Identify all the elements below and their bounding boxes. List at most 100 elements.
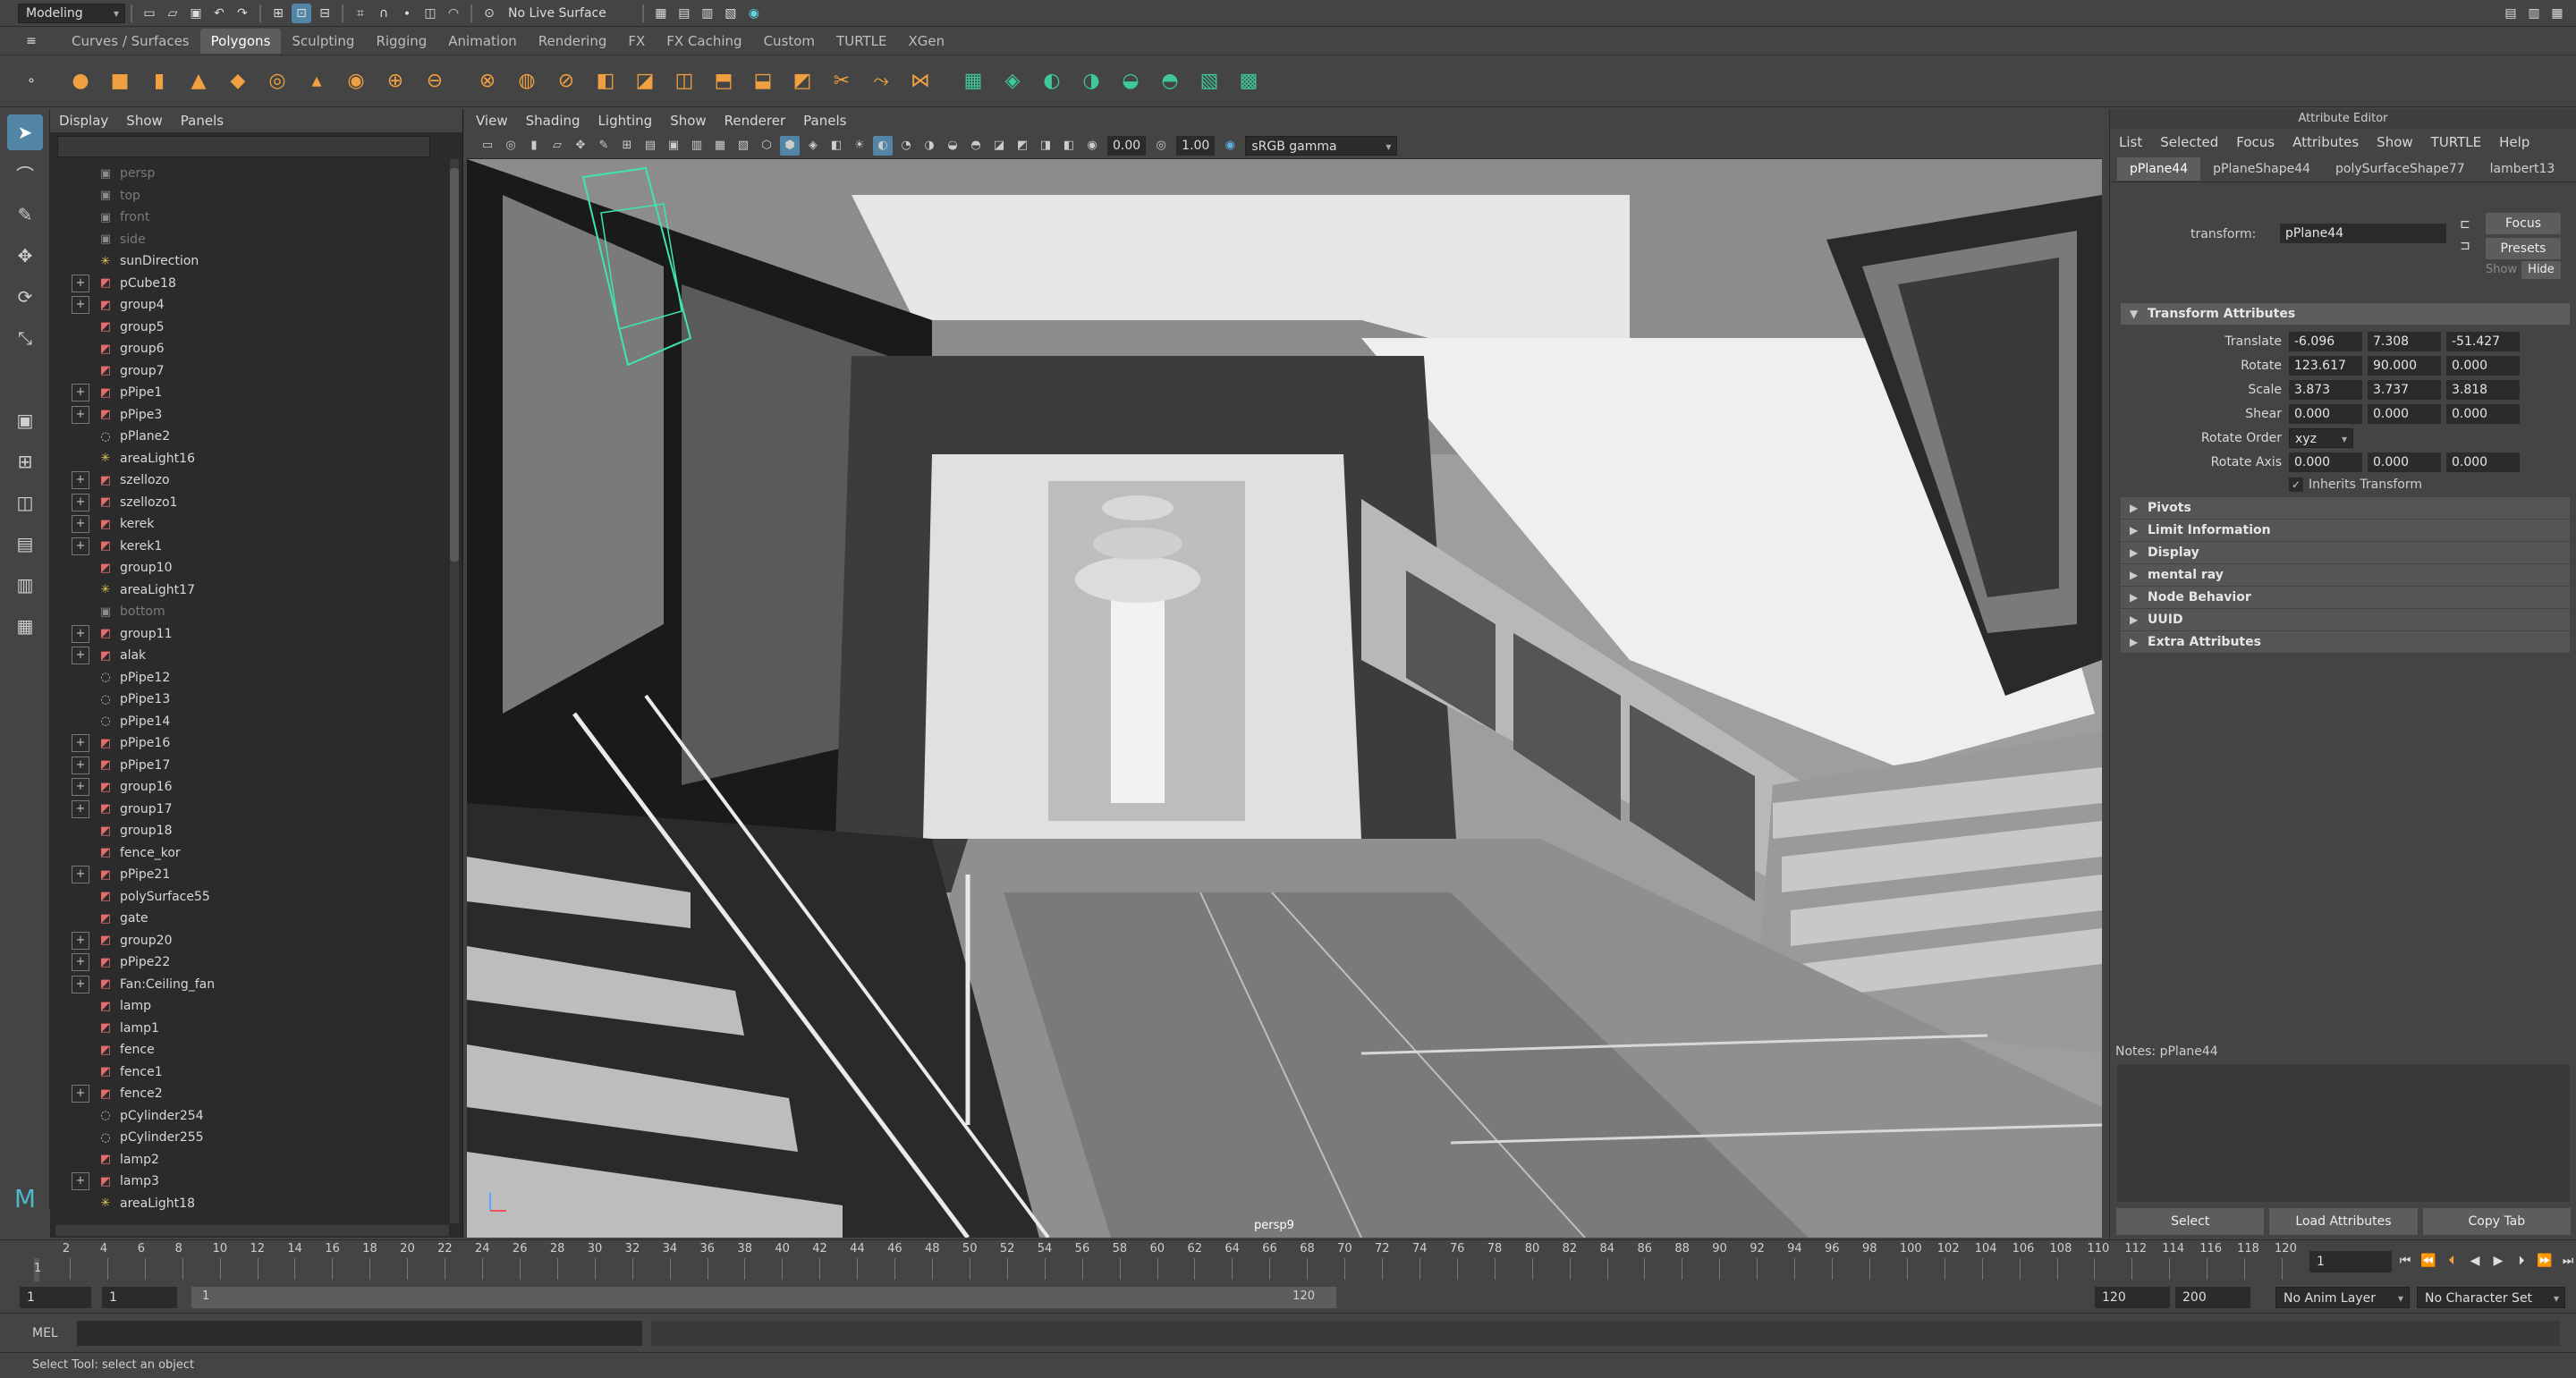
snap-view-icon[interactable]: ◫ (420, 4, 440, 23)
outliner-item[interactable]: ◩ lamp1 (50, 1018, 462, 1040)
viewport-menu-shading[interactable]: Shading (526, 113, 580, 129)
expand-icon[interactable]: + (72, 931, 89, 950)
translate-y-field[interactable]: 7.308 (2368, 331, 2441, 351)
viewport-menu-show[interactable]: Show (670, 113, 706, 129)
pyramid-icon[interactable]: ▴ (300, 64, 334, 98)
go-output-icon[interactable]: ⊐ (2455, 236, 2475, 256)
single-view-icon[interactable]: ▣ (7, 402, 43, 438)
shelf-tab[interactable]: Rigging (365, 29, 437, 54)
viewport-menu-lighting[interactable]: Lighting (598, 113, 653, 129)
expand-icon[interactable]: + (72, 296, 89, 315)
shelf-tab[interactable]: FX Caching (656, 29, 752, 54)
outliner-item[interactable]: + ◩ fence2 (50, 1083, 462, 1105)
outliner-item[interactable]: + ◩ pCube18 (50, 273, 462, 295)
expand-icon[interactable]: + (72, 866, 89, 884)
channel-box-icon[interactable]: ▥ (2524, 4, 2544, 23)
step-back-key-icon[interactable]: ⏪ (2419, 1251, 2438, 1271)
rotate-x-field[interactable]: 123.617 (2289, 355, 2362, 376)
layout-icon[interactable]: ▧ (1192, 64, 1226, 98)
scale-x-field[interactable]: 3.873 (2289, 379, 2362, 400)
shelf-tab[interactable]: Animation (437, 29, 527, 54)
outliner-item[interactable]: ▣ side (50, 229, 462, 251)
rotate-z-field[interactable]: 0.000 (2446, 355, 2520, 376)
range-end-field[interactable]: 120 (2095, 1287, 2170, 1308)
live-surface-icon[interactable]: ⊙ (479, 4, 499, 23)
attr-menu-list[interactable]: List (2119, 134, 2142, 150)
outliner-item[interactable]: ◩ lamp2 (50, 1149, 462, 1171)
bookmark-icon[interactable]: ▮ (524, 136, 544, 156)
outliner-item[interactable]: ✳ areaLight18 (50, 1193, 462, 1215)
snap-curve-icon[interactable]: ∩ (374, 4, 394, 23)
shelf-tab[interactable]: Sculpting (281, 29, 365, 54)
expand-icon[interactable]: + (72, 1085, 89, 1103)
camera-icon[interactable]: ◎ (501, 136, 521, 156)
outliner-item[interactable]: ◩ fence (50, 1039, 462, 1061)
outliner-item[interactable]: + ◩ pPipe3 (50, 404, 462, 427)
go-input-icon[interactable]: ⊏ (2455, 215, 2475, 234)
mirror-icon[interactable]: ◧ (589, 64, 623, 98)
outliner-item[interactable]: ◩ polySurface55 (50, 886, 462, 909)
select-hierarchy-icon[interactable]: ⊞ (268, 4, 288, 23)
viewport-menu-view[interactable]: View (476, 113, 508, 129)
shear-xy-field[interactable]: 0.000 (2289, 403, 2362, 424)
go-to-end-icon[interactable]: ⏭ (2558, 1251, 2576, 1271)
outliner-item[interactable]: + ◩ group11 (50, 623, 462, 646)
save-scene-icon[interactable]: ▣ (186, 4, 206, 23)
expand-icon[interactable]: + (72, 975, 89, 993)
target-weld-icon[interactable]: ⤳ (864, 64, 898, 98)
outliner-item[interactable]: + ◩ pPipe22 (50, 951, 462, 974)
outliner-item[interactable]: ◩ group6 (50, 338, 462, 360)
merge-icon[interactable]: ⋈ (903, 64, 937, 98)
outliner-hscrollbar[interactable] (55, 1225, 449, 1236)
expand-icon[interactable]: + (72, 384, 89, 402)
outliner-layout-icon[interactable]: ▤ (7, 526, 43, 562)
uv-editor-icon[interactable]: ▦ (956, 64, 990, 98)
expand-icon[interactable]: + (72, 799, 89, 818)
safe-action-icon[interactable]: ▧ (733, 136, 753, 156)
shelf-options-icon[interactable]: ⚬ (21, 72, 41, 91)
checker-icon[interactable]: ▩ (1232, 64, 1266, 98)
pipe-icon[interactable]: ◉ (339, 64, 373, 98)
select-button[interactable]: Select (2116, 1208, 2265, 1235)
ambient-occlusion-icon[interactable]: ◔ (896, 136, 916, 156)
attr-menu-attributes[interactable]: Attributes (2292, 134, 2359, 150)
expand-icon[interactable]: + (72, 537, 89, 555)
rotate-axis-x-field[interactable]: 0.000 (2289, 452, 2362, 472)
outliner-item[interactable]: ◩ fence_kor (50, 842, 462, 865)
outliner-item[interactable]: + ◩ pPipe1 (50, 382, 462, 404)
grid-icon[interactable]: ⊞ (617, 136, 637, 156)
outliner-scrollbar[interactable] (450, 159, 459, 1223)
multicut-icon[interactable]: ✂ (825, 64, 859, 98)
xray-icon[interactable]: ◩ (1013, 136, 1032, 156)
outliner-item[interactable]: ◩ group7 (50, 360, 462, 383)
outliner-item[interactable]: ◩ lamp (50, 995, 462, 1018)
outliner-item[interactable]: ◌ pCylinder255 (50, 1127, 462, 1149)
scale-tool-icon[interactable]: ⤡ (7, 320, 43, 356)
attr-tab[interactable]: polySurfaceShape77 (2323, 157, 2478, 181)
field-chart-icon[interactable]: ▦ (710, 136, 730, 156)
outliner-item[interactable]: ✳ sunDirection (50, 250, 462, 273)
viewport-scene[interactable]: persp9 (467, 159, 2102, 1238)
extrude-icon[interactable]: ⬒ (707, 64, 741, 98)
expand-icon[interactable]: + (72, 471, 89, 490)
viewport-menu-renderer[interactable]: Renderer (724, 113, 785, 129)
rotate-axis-z-field[interactable]: 0.000 (2446, 452, 2520, 472)
go-to-start-icon[interactable]: ⏮ (2395, 1251, 2415, 1271)
outliner-item[interactable]: ◩ group18 (50, 820, 462, 842)
move-tool-icon[interactable]: ✥ (7, 238, 43, 274)
anim-layer-dropdown[interactable]: No Anim Layer (2275, 1287, 2410, 1309)
tool-settings-icon[interactable]: ▦ (2547, 4, 2567, 23)
play-forward-icon[interactable]: ▶ (2488, 1251, 2508, 1271)
range-start-field[interactable]: 1 (102, 1287, 177, 1308)
paint-select-icon[interactable]: ✎ (7, 197, 43, 232)
outliner-item[interactable]: ✳ areaLight17 (50, 579, 462, 602)
translate-x-field[interactable]: -6.096 (2289, 331, 2362, 351)
outliner-menu-show[interactable]: Show (126, 113, 162, 129)
outliner-item[interactable]: + ◩ Fan:Ceiling_fan (50, 974, 462, 996)
shelf-tab[interactable]: Curves / Surfaces (61, 29, 200, 54)
expand-icon[interactable]: + (72, 647, 89, 665)
gamma-icon[interactable]: ◎ (1151, 136, 1171, 156)
wireframe-icon[interactable]: ⬡ (757, 136, 776, 156)
rotate-order-dropdown[interactable]: xyz (2289, 427, 2353, 449)
wire-on-shaded-icon[interactable]: ◈ (803, 136, 823, 156)
